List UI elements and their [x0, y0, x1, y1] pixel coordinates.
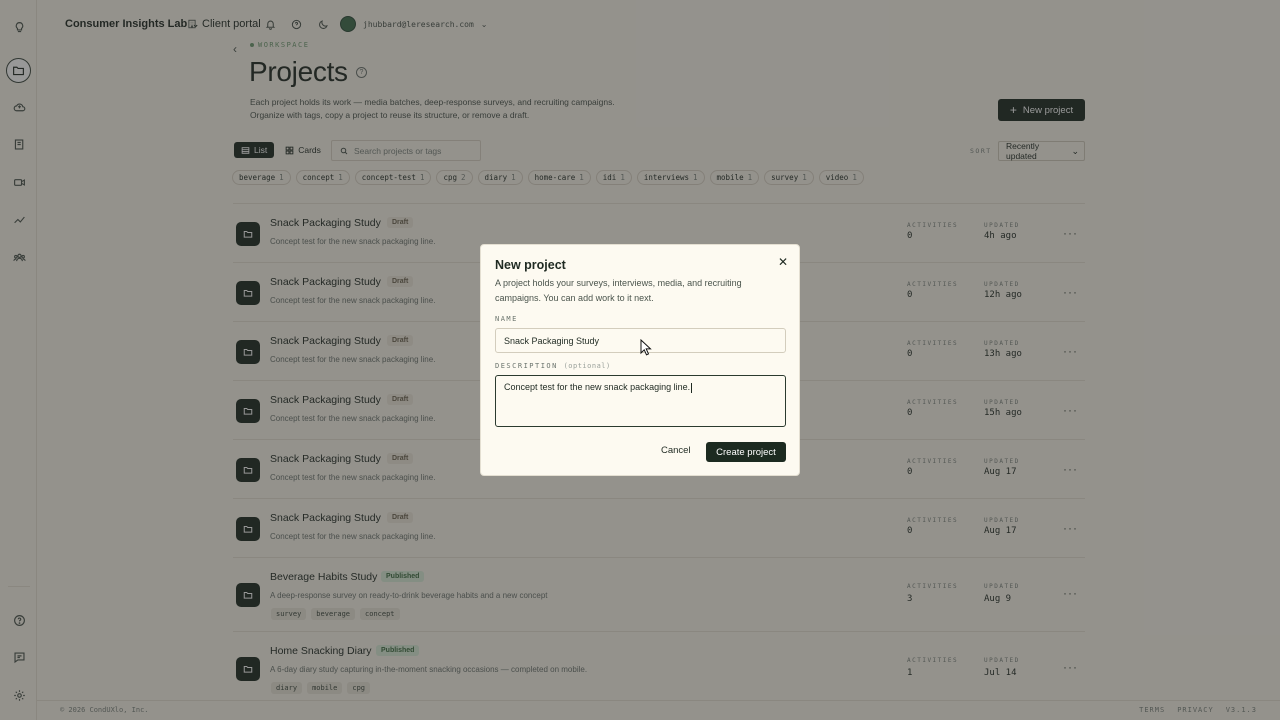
description-field[interactable]: Concept test for the new snack packaging… — [495, 375, 786, 427]
close-icon[interactable]: ✕ — [778, 255, 788, 269]
modal-subtitle: A project holds your surveys, interviews… — [495, 278, 742, 303]
cancel-button[interactable]: Cancel — [661, 445, 691, 456]
description-label: DESCRIPTION — [495, 362, 558, 370]
mouse-cursor-icon — [640, 338, 652, 361]
name-label: NAME — [495, 315, 518, 323]
description-label-row: DESCRIPTION (optional) — [495, 362, 611, 370]
description-value: Concept test for the new snack packaging… — [504, 382, 691, 392]
text-caret — [691, 382, 693, 393]
modal-title: New project — [495, 258, 566, 272]
optional-label: (optional) — [563, 362, 611, 370]
create-project-button[interactable]: Create project — [706, 442, 786, 462]
